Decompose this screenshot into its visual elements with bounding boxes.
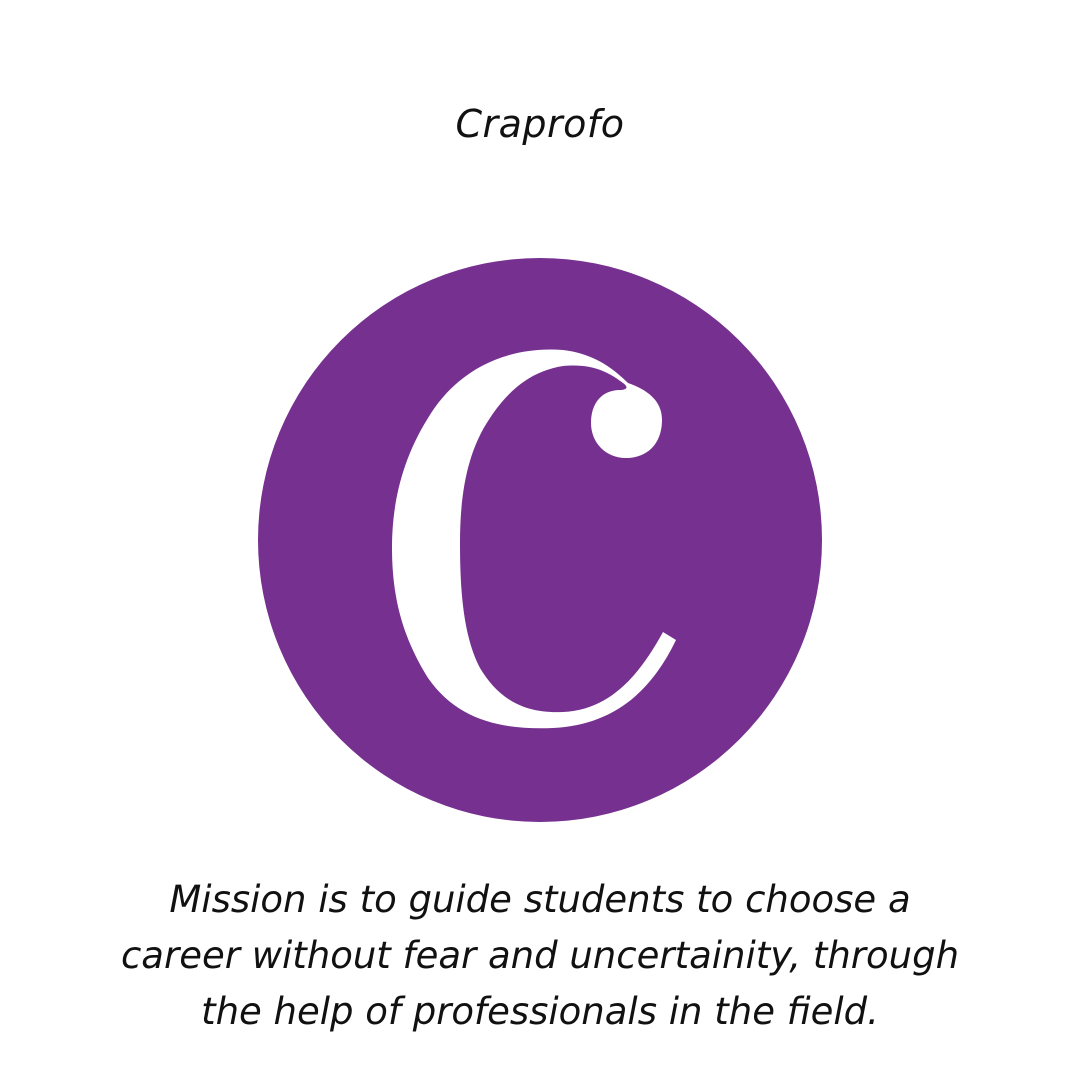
mission-line: the help of professionals in the field. [201,990,879,1033]
mission-statement: Mission is to guide students to choose a… [60,872,1020,1040]
brand-name: Craprofo [455,102,625,146]
mission-line: career without fear and uncertainity, th… [120,934,960,977]
mission-line: Mission is to guide students to choose a [169,878,911,921]
logo-graphic [258,258,822,822]
logo [258,258,822,822]
logo-circle [258,258,822,822]
page: Craprofo Mission is to guide students to… [0,0,1080,1080]
